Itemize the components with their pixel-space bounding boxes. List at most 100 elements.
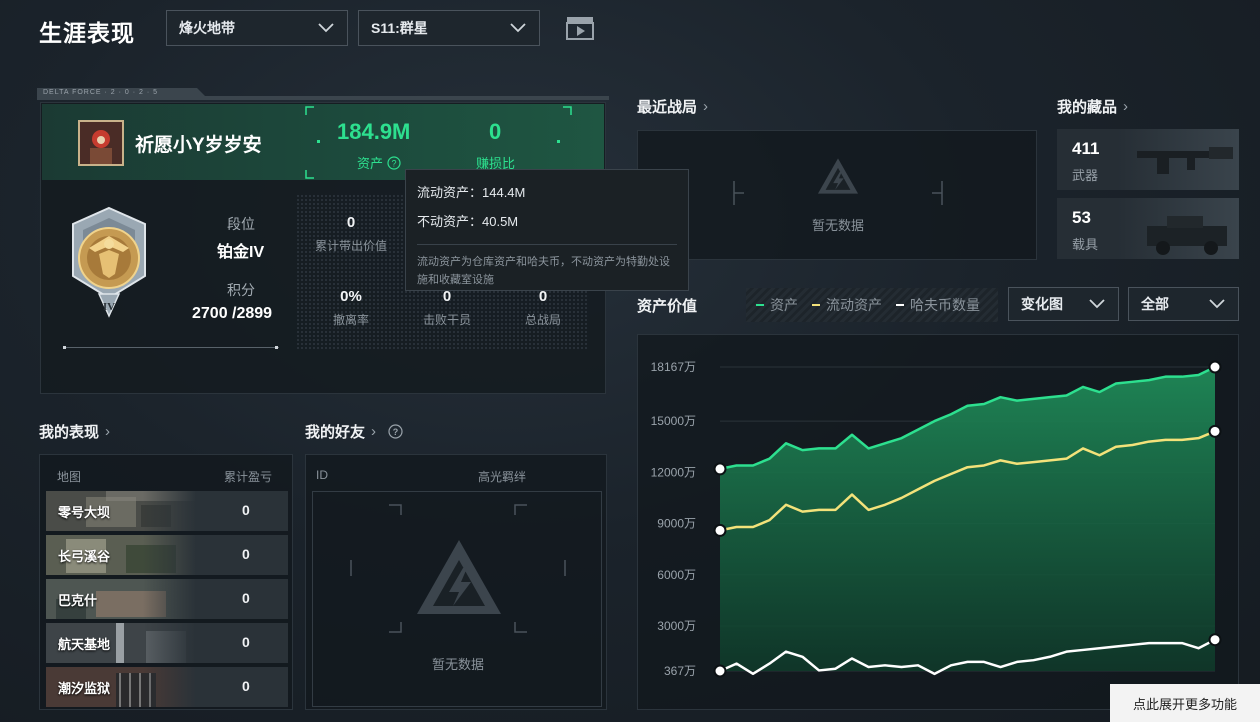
- col-id: ID: [316, 468, 328, 482]
- performance-heading-text: 我的表现: [39, 424, 100, 441]
- col-bond: 高光羁绊: [478, 470, 527, 484]
- series-endpoint[interactable]: [1208, 360, 1222, 374]
- legend-item[interactable]: 资产: [756, 295, 798, 315]
- weapons-count: 411: [1072, 139, 1100, 158]
- stat-value: 0: [346, 214, 356, 231]
- svg-text:?: ?: [393, 427, 399, 437]
- stat-cell: 0 总战局: [488, 288, 598, 328]
- map-row[interactable]: 零号大坝 0: [46, 491, 288, 531]
- rank-divider: [65, 347, 279, 348]
- map-name: 巴克什: [58, 593, 98, 608]
- stat-label: 击败干员: [422, 313, 471, 327]
- map-row[interactable]: 巴克什 0: [46, 579, 288, 619]
- asset-area: [720, 367, 1215, 671]
- y-tick-label: 9000万: [657, 517, 696, 531]
- map-row[interactable]: 长弓溪谷 0: [46, 535, 288, 575]
- series-endpoint[interactable]: [713, 462, 727, 476]
- score-value: 2700 /2899: [192, 305, 273, 322]
- chevron-down-icon: [1089, 299, 1105, 309]
- tooltip-liquid: 流动资产：144.4M: [417, 185, 526, 200]
- season-select[interactable]: S11:群星: [358, 10, 540, 46]
- map-name: 航天基地: [58, 637, 111, 652]
- map-name: 零号大坝: [58, 505, 111, 520]
- series-endpoint[interactable]: [713, 523, 727, 537]
- chevron-right-icon: ›: [105, 423, 111, 440]
- friends-panel: ID 高光羁绊 暂无数据: [305, 454, 607, 710]
- rank-value: 铂金IV: [217, 244, 265, 261]
- vehicles-count: 53: [1072, 208, 1091, 227]
- y-tick-label: 15000万: [651, 414, 696, 428]
- help-icon[interactable]: ?: [388, 424, 403, 439]
- map-row[interactable]: 航天基地 0: [46, 623, 288, 663]
- stat-cell: 0% 撤离率: [296, 288, 406, 328]
- stat-label: 撤离率: [332, 313, 369, 327]
- stat-label: 累计带出价值: [314, 239, 387, 253]
- chart-view-value: 变化图: [1021, 296, 1063, 312]
- series-endpoint[interactable]: [713, 664, 727, 678]
- legend-item[interactable]: 哈夫币数量: [896, 295, 980, 315]
- map-name: 长弓溪谷: [58, 549, 111, 564]
- tooltip-fixed: 不动资产：40.5M: [417, 214, 519, 229]
- rank-badge-icon: IV: [72, 206, 146, 318]
- friends-heading[interactable]: 我的好友 › ?: [305, 421, 403, 442]
- stat-label: 总战局: [524, 313, 561, 327]
- profit-ratio-value: 0: [489, 119, 502, 144]
- recent-heading[interactable]: 最近战局 ›: [637, 96, 708, 117]
- legend-label: 哈夫币数量: [910, 297, 980, 313]
- asset-chart: 18167万 15000万 12000万 9000万 6000万 3000万 367万: [651, 360, 1222, 678]
- player-name: 祈愿小Y岁岁安: [135, 135, 262, 156]
- chart-range-value: 全部: [1141, 296, 1169, 312]
- season-select-value: S11:群星: [371, 20, 428, 36]
- collection-heading[interactable]: 我的藏品 ›: [1057, 96, 1128, 117]
- legend-label: 流动资产: [826, 297, 882, 313]
- collection-vehicles[interactable]: 53 载具: [1057, 198, 1239, 259]
- asset-chart-heading: 资产价值: [637, 298, 698, 315]
- play-video-icon[interactable]: [566, 16, 594, 40]
- map-name: 潮汐监狱: [58, 681, 111, 696]
- series-endpoint[interactable]: [1208, 633, 1222, 647]
- recent-heading-text: 最近战局: [637, 99, 698, 116]
- card-banner-text: DELTA FORCE · 2 · 0 · 2 · 5: [43, 89, 159, 96]
- asset-label-row[interactable]: 资产 ?: [357, 153, 401, 172]
- y-tick-label: 3000万: [657, 619, 696, 633]
- chart-range-select[interactable]: 全部: [1128, 287, 1239, 321]
- mode-select[interactable]: 烽火地带: [166, 10, 348, 46]
- chevron-down-icon: [510, 23, 526, 33]
- weapons-label: 武器: [1072, 168, 1099, 183]
- chevron-right-icon: ›: [371, 423, 377, 440]
- rank-divider-dot: [63, 346, 66, 349]
- y-tick-label: 18167万: [651, 360, 696, 374]
- asset-value: 184.9M: [337, 119, 411, 144]
- chevron-down-icon: [1209, 299, 1225, 309]
- page-title: 生涯表现: [39, 20, 135, 46]
- series-endpoint[interactable]: [1208, 424, 1222, 438]
- chevron-right-icon: ›: [703, 98, 709, 115]
- chart-legend: 资产 流动资产 哈夫币数量: [746, 288, 998, 322]
- y-tick-label: 6000万: [657, 568, 696, 582]
- chevron-down-icon: [318, 23, 334, 33]
- rank-divider-dot: [275, 346, 278, 349]
- collection-weapons[interactable]: 411 武器: [1057, 129, 1239, 190]
- rank-badge-numeral: IV: [103, 301, 115, 313]
- performance-panel: 地图 累计盈亏 零号大坝 0 长弓溪谷 0 巴克什 0 航天基地 0 潮汐监狱 …: [39, 454, 293, 710]
- avatar[interactable]: [78, 120, 124, 166]
- vehicle-thumbnail: [1117, 198, 1239, 259]
- friends-empty-area: 暂无数据: [312, 491, 602, 707]
- friends-empty-text: 暂无数据: [431, 657, 484, 672]
- help-icon[interactable]: ?: [387, 155, 401, 170]
- y-tick-label: 12000万: [651, 465, 696, 479]
- col-profit: 累计盈亏: [224, 470, 273, 484]
- stat-cell: 0 累计带出价值: [296, 214, 406, 254]
- svg-text:?: ?: [392, 158, 397, 168]
- legend-item[interactable]: 流动资产: [812, 295, 882, 315]
- chart-view-select[interactable]: 变化图: [1008, 287, 1119, 321]
- weapon-thumbnail: [1117, 129, 1239, 190]
- col-map: 地图: [57, 470, 82, 484]
- logo-icon: [417, 540, 501, 614]
- rank-label: 段位: [227, 216, 255, 232]
- performance-heading[interactable]: 我的表现 ›: [39, 421, 110, 442]
- map-row[interactable]: 潮汐监狱 0: [46, 667, 288, 707]
- expand-more-button[interactable]: 点此展开更多功能: [1110, 684, 1260, 722]
- y-tick-label: 367万: [664, 664, 696, 678]
- asset-label: 资产: [357, 156, 384, 171]
